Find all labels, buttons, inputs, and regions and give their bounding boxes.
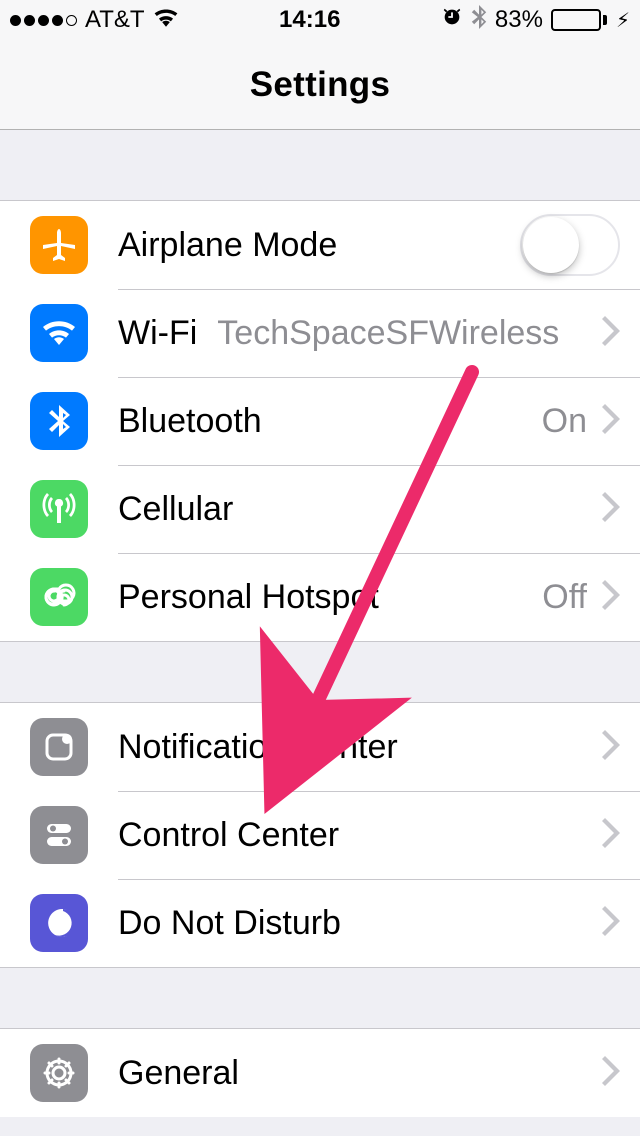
row-general[interactable]: General [0,1029,640,1117]
row-label: Bluetooth [118,402,262,441]
page-title: Settings [0,40,640,130]
chevron-right-icon [602,906,620,941]
notification-icon [30,718,88,776]
row-label: Wi-Fi [118,314,197,353]
status-left: AT&T [10,6,179,34]
battery-percent: 83% [495,6,543,34]
general-icon [30,1044,88,1102]
wifi-status-icon [153,6,179,34]
section-gap [0,642,640,702]
row-hotspot[interactable]: Personal Hotspot Off [0,553,640,641]
chevron-right-icon [602,492,620,527]
status-time: 14:16 [279,6,340,34]
airplane-icon [30,216,88,274]
chevron-right-icon [602,1056,620,1091]
signal-strength-icon [10,15,77,26]
status-bar: AT&T 14:16 83% ⚡︎ [0,0,640,40]
settings-group-connectivity: Airplane Mode Wi-Fi TechSpaceSFWireless [0,200,640,642]
bluetooth-status-icon [471,5,487,36]
row-label: Do Not Disturb [118,904,341,943]
section-gap [0,968,640,1028]
carrier-label: AT&T [85,6,145,34]
section-gap [0,130,640,200]
dnd-icon [30,894,88,952]
chevron-right-icon [602,316,620,351]
battery-icon [551,9,607,31]
row-wifi[interactable]: Wi-Fi TechSpaceSFWireless [0,289,640,377]
row-do-not-disturb[interactable]: Do Not Disturb [0,879,640,967]
row-label: Airplane Mode [118,226,337,265]
cellular-icon [30,480,88,538]
row-label: Control Center [118,816,339,855]
row-bluetooth[interactable]: Bluetooth On [0,377,640,465]
bluetooth-icon [30,392,88,450]
row-value: On [274,402,587,441]
chevron-right-icon [602,730,620,765]
toggle-knob [523,217,579,273]
row-label: Notification Center [118,728,398,767]
chevron-right-icon [602,580,620,615]
row-control-center[interactable]: Control Center [0,791,640,879]
row-value: TechSpaceSFWireless [217,314,559,353]
row-airplane-mode[interactable]: Airplane Mode [0,201,640,289]
row-value: Off [391,578,587,617]
row-label: Personal Hotspot [118,578,379,617]
charging-icon: ⚡︎ [616,8,630,33]
control-center-icon [30,806,88,864]
airplane-toggle[interactable] [520,214,620,276]
row-label: General [118,1054,239,1093]
hotspot-icon [30,568,88,626]
row-notification-center[interactable]: Notification Center [0,703,640,791]
settings-group-general: General [0,1028,640,1117]
row-label: Cellular [118,490,233,529]
chevron-right-icon [602,404,620,439]
wifi-icon [30,304,88,362]
status-right: 83% ⚡︎ [441,5,630,36]
settings-list: Airplane Mode Wi-Fi TechSpaceSFWireless [0,130,640,1117]
chevron-right-icon [602,818,620,853]
settings-group-notifications: Notification Center Control Center Do No… [0,702,640,968]
alarm-icon [441,6,463,35]
row-cellular[interactable]: Cellular [0,465,640,553]
